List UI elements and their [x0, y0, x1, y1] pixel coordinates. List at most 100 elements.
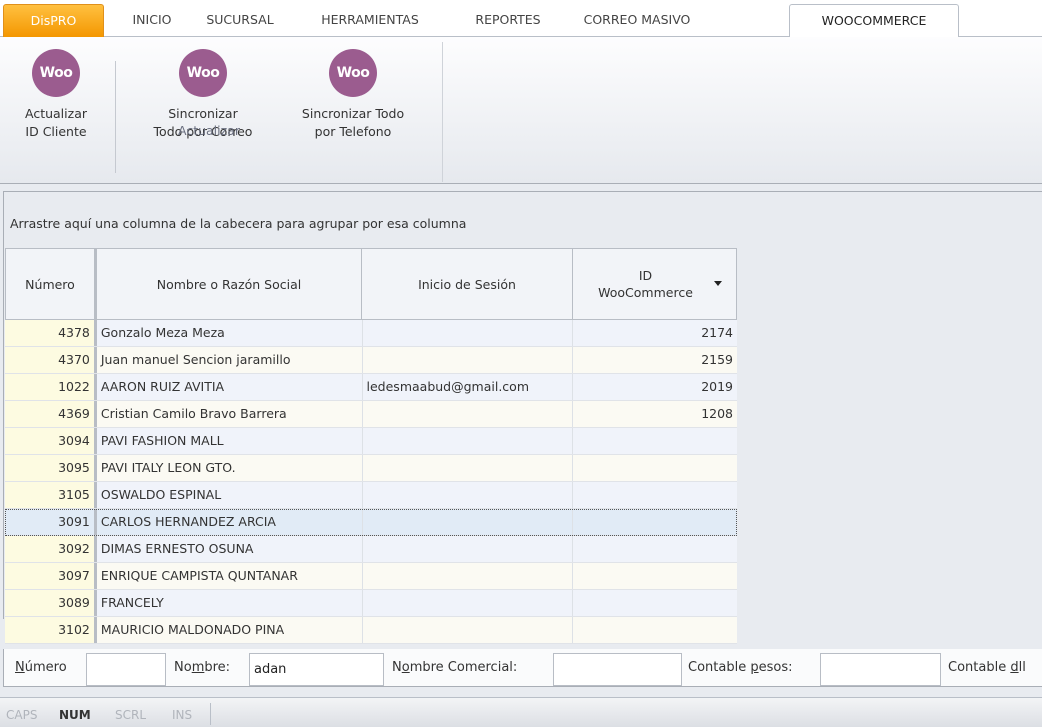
table-row[interactable]: 3095 PAVI ITALY LEON GTO. — [5, 455, 737, 482]
cell-inicio-sesion[interactable] — [363, 401, 574, 427]
cell-numero[interactable]: 3095 — [5, 455, 97, 481]
table-row[interactable]: 3089 FRANCELY — [5, 590, 737, 617]
cell-numero[interactable]: 3105 — [5, 482, 97, 508]
cell-nombre[interactable]: PAVI FASHION MALL — [97, 428, 363, 454]
tab-correo-masivo[interactable]: CORREO MASIVO — [576, 4, 698, 37]
cell-nombre[interactable]: FRANCELY — [97, 590, 363, 616]
cell-inicio-sesion[interactable] — [363, 320, 574, 346]
cell-id-woocommerce[interactable] — [573, 509, 737, 535]
sincronizar-todo-telefono-button[interactable]: Woo Sincronizar Todo por Telefono — [283, 49, 423, 141]
table-row[interactable]: 4369 Cristian Camilo Bravo Barrera 1208 — [5, 401, 737, 428]
sort-descending-icon — [714, 281, 722, 286]
cell-id-woocommerce[interactable] — [573, 617, 737, 643]
cell-id-woocommerce[interactable] — [573, 563, 737, 589]
cell-id-woocommerce[interactable] — [573, 428, 737, 454]
nombre-comercial-filter-input[interactable] — [553, 653, 682, 686]
cell-nombre[interactable]: Gonzalo Meza Meza — [97, 320, 363, 346]
cell-id-woocommerce[interactable] — [573, 455, 737, 481]
status-separator — [210, 703, 211, 725]
nombre-comercial-filter-label: Nombre Comercial: — [392, 660, 518, 675]
cell-nombre[interactable]: CARLOS HERNANDEZ ARCIA — [97, 509, 363, 535]
contable-pesos-filter-input[interactable] — [820, 653, 941, 686]
numero-filter-input[interactable] — [86, 653, 166, 686]
cell-id-woocommerce[interactable]: 2174 — [573, 320, 737, 346]
tab-sucursal[interactable]: SUCURSAL — [194, 4, 286, 37]
woocommerce-icon: Woo — [179, 49, 227, 97]
button-label-line1: Actualizar — [25, 106, 87, 121]
nombre-filter-input[interactable] — [249, 653, 384, 686]
cell-id-woocommerce[interactable]: 1208 — [573, 401, 737, 427]
ribbon-tab-bar: DisPRO INICIO SUCURSAL HERRAMIENTAS REPO… — [0, 0, 1042, 38]
table-row[interactable]: 3097 ENRIQUE CAMPISTA QUNTANAR — [5, 563, 737, 590]
cell-nombre[interactable]: ENRIQUE CAMPISTA QUNTANAR — [97, 563, 363, 589]
column-header-id-woocommerce[interactable]: ID WooCommerce — [572, 248, 737, 320]
cell-inicio-sesion[interactable] — [363, 428, 574, 454]
cell-inicio-sesion[interactable] — [363, 455, 574, 481]
cell-id-woocommerce[interactable] — [573, 590, 737, 616]
cell-numero[interactable]: 3102 — [5, 617, 97, 643]
cell-numero[interactable]: 4378 — [5, 320, 97, 346]
cell-nombre[interactable]: DIMAS ERNESTO OSUNA — [97, 536, 363, 562]
header-label-line2: WooCommerce — [598, 285, 693, 300]
num-lock-indicator: NUM — [59, 708, 91, 722]
button-label-line2: ID Cliente — [25, 124, 87, 139]
table-row[interactable]: 3091 CARLOS HERNANDEZ ARCIA — [5, 509, 737, 536]
cell-inicio-sesion[interactable] — [363, 536, 574, 562]
cell-id-woocommerce[interactable] — [573, 536, 737, 562]
cell-inicio-sesion[interactable]: ledesmaabud@gmail.com — [363, 374, 574, 400]
cell-id-woocommerce[interactable]: 2019 — [573, 374, 737, 400]
header-label: Nombre o Razón Social — [156, 276, 302, 292]
cell-numero[interactable]: 3097 — [5, 563, 97, 589]
column-header-numero[interactable]: Número — [5, 248, 97, 320]
button-label-line1: Sincronizar Todo — [301, 106, 405, 121]
cell-nombre[interactable]: MAURICIO MALDONADO PINA — [97, 617, 363, 643]
table-row[interactable]: 3094 PAVI FASHION MALL — [5, 428, 737, 455]
tab-dispro[interactable]: DisPRO — [3, 4, 104, 37]
cell-id-woocommerce[interactable] — [573, 482, 737, 508]
table-row[interactable]: 4370 Juan manuel Sencion jaramillo 2159 — [5, 347, 737, 374]
cell-numero[interactable]: 4370 — [5, 347, 97, 373]
cell-inicio-sesion[interactable] — [363, 482, 574, 508]
tab-herramientas[interactable]: HERRAMIENTAS — [300, 4, 440, 37]
cell-nombre[interactable]: AARON RUIZ AVITIA — [97, 374, 363, 400]
cell-numero[interactable]: 3091 — [5, 509, 97, 535]
numero-filter-label: Número — [15, 660, 67, 675]
ribbon-group-separator — [442, 42, 443, 182]
header-label-line1: ID — [638, 268, 653, 283]
cell-inicio-sesion[interactable] — [363, 509, 574, 535]
cell-inicio-sesion[interactable] — [363, 347, 574, 373]
cell-id-woocommerce[interactable]: 2159 — [573, 347, 737, 373]
table-row[interactable]: 3102 MAURICIO MALDONADO PINA — [5, 617, 737, 644]
cell-numero[interactable]: 3094 — [5, 428, 97, 454]
table-row[interactable]: 3105 OSWALDO ESPINAL — [5, 482, 737, 509]
ribbon-separator — [115, 61, 116, 173]
cell-nombre[interactable]: Juan manuel Sencion jaramillo — [97, 347, 363, 373]
column-header-nombre[interactable]: Nombre o Razón Social — [96, 248, 362, 320]
cell-nombre[interactable]: OSWALDO ESPINAL — [97, 482, 363, 508]
cell-nombre[interactable]: Cristian Camilo Bravo Barrera — [97, 401, 363, 427]
tab-inicio[interactable]: INICIO — [120, 4, 184, 37]
table-row[interactable]: 4378 Gonzalo Meza Meza 2174 — [5, 320, 737, 347]
ribbon-panel: Woo Actualizar ID Cliente Woo Sincroniza… — [0, 37, 1042, 184]
cell-numero[interactable]: 1022 — [5, 374, 97, 400]
table-row[interactable]: 3092 DIMAS ERNESTO OSUNA — [5, 536, 737, 563]
header-label: Inicio de Sesión — [418, 276, 516, 292]
contable-pesos-filter-label: Contable pesos: — [688, 660, 793, 675]
cell-inicio-sesion[interactable] — [363, 590, 574, 616]
tab-woocommerce[interactable]: WOOCOMMERCE — [789, 4, 959, 38]
button-label-line2: por Telefono — [314, 124, 392, 139]
cell-numero[interactable]: 3089 — [5, 590, 97, 616]
group-by-area[interactable]: Arrastre aquí una columna de la cabecera… — [10, 216, 466, 231]
cell-numero[interactable]: 4369 — [5, 401, 97, 427]
button-label-line1: Sincronizar — [168, 106, 238, 121]
cell-numero[interactable]: 3092 — [5, 536, 97, 562]
cell-inicio-sesion[interactable] — [363, 563, 574, 589]
table-row[interactable]: 1022 AARON RUIZ AVITIA ledesmaabud@gmail.c… — [5, 374, 737, 401]
actualizar-id-cliente-button[interactable]: Woo Actualizar ID Cliente — [2, 49, 110, 141]
ribbon-group-label: Actualizar — [178, 123, 240, 138]
tab-reportes[interactable]: REPORTES — [456, 4, 560, 37]
column-header-inicio-sesion[interactable]: Inicio de Sesión — [361, 248, 573, 320]
cell-inicio-sesion[interactable] — [363, 617, 574, 643]
status-bar — [0, 697, 1042, 727]
cell-nombre[interactable]: PAVI ITALY LEON GTO. — [97, 455, 363, 481]
